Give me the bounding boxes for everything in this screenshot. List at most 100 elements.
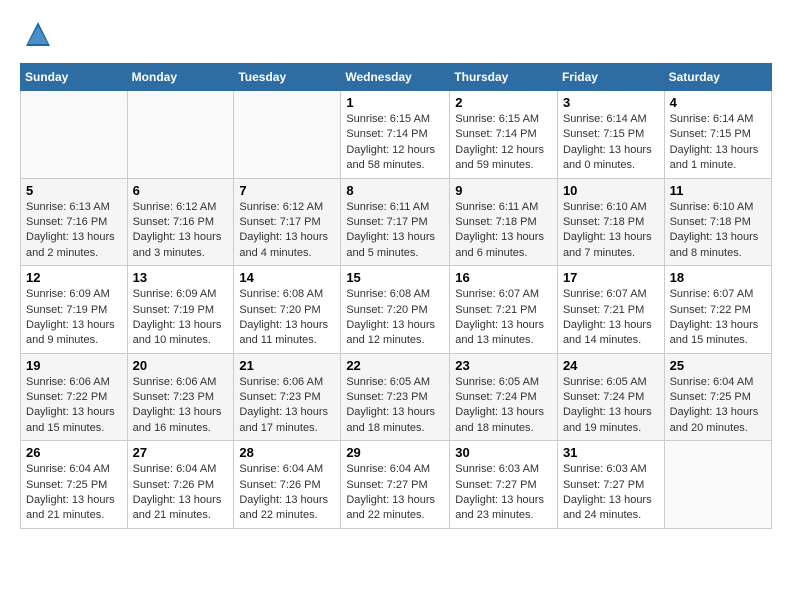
weekday-saturday: Saturday [664,64,771,91]
day-number: 19 [26,358,122,373]
day-number: 31 [563,445,659,460]
day-detail: Sunrise: 6:04 AM Sunset: 7:25 PM Dayligh… [670,375,766,437]
logo [20,20,52,53]
day-detail: Sunrise: 6:15 AM Sunset: 7:14 PM Dayligh… [455,112,552,174]
calendar-cell: 5 Sunrise: 6:13 AM Sunset: 7:16 PM Dayli… [21,178,128,266]
calendar-cell: 15 Sunrise: 6:08 AM Sunset: 7:20 PM Dayl… [341,266,450,354]
day-number: 5 [26,183,122,198]
day-detail: Sunrise: 6:12 AM Sunset: 7:16 PM Dayligh… [133,200,229,262]
calendar-cell: 30 Sunrise: 6:03 AM Sunset: 7:27 PM Dayl… [450,441,558,529]
calendar-cell: 14 Sunrise: 6:08 AM Sunset: 7:20 PM Dayl… [234,266,341,354]
calendar-cell: 17 Sunrise: 6:07 AM Sunset: 7:21 PM Dayl… [557,266,664,354]
calendar-cell: 21 Sunrise: 6:06 AM Sunset: 7:23 PM Dayl… [234,353,341,441]
day-number: 3 [563,95,659,110]
day-detail: Sunrise: 6:04 AM Sunset: 7:27 PM Dayligh… [346,462,444,524]
logo-text [20,20,52,53]
calendar-cell: 24 Sunrise: 6:05 AM Sunset: 7:24 PM Dayl… [557,353,664,441]
day-detail: Sunrise: 6:14 AM Sunset: 7:15 PM Dayligh… [563,112,659,174]
day-number: 12 [26,270,122,285]
calendar-cell [234,91,341,179]
day-number: 9 [455,183,552,198]
calendar-cell: 12 Sunrise: 6:09 AM Sunset: 7:19 PM Dayl… [21,266,128,354]
day-number: 4 [670,95,766,110]
day-number: 30 [455,445,552,460]
day-number: 11 [670,183,766,198]
calendar-cell: 16 Sunrise: 6:07 AM Sunset: 7:21 PM Dayl… [450,266,558,354]
calendar-cell: 4 Sunrise: 6:14 AM Sunset: 7:15 PM Dayli… [664,91,771,179]
calendar-cell [664,441,771,529]
day-detail: Sunrise: 6:09 AM Sunset: 7:19 PM Dayligh… [133,287,229,349]
day-number: 23 [455,358,552,373]
calendar-cell: 11 Sunrise: 6:10 AM Sunset: 7:18 PM Dayl… [664,178,771,266]
week-row-1: 1 Sunrise: 6:15 AM Sunset: 7:14 PM Dayli… [21,91,772,179]
week-row-5: 26 Sunrise: 6:04 AM Sunset: 7:25 PM Dayl… [21,441,772,529]
day-number: 22 [346,358,444,373]
calendar-cell: 25 Sunrise: 6:04 AM Sunset: 7:25 PM Dayl… [664,353,771,441]
day-number: 6 [133,183,229,198]
day-number: 2 [455,95,552,110]
calendar-cell: 20 Sunrise: 6:06 AM Sunset: 7:23 PM Dayl… [127,353,234,441]
day-detail: Sunrise: 6:15 AM Sunset: 7:14 PM Dayligh… [346,112,444,174]
day-number: 24 [563,358,659,373]
calendar-cell: 29 Sunrise: 6:04 AM Sunset: 7:27 PM Dayl… [341,441,450,529]
day-detail: Sunrise: 6:11 AM Sunset: 7:17 PM Dayligh… [346,200,444,262]
day-detail: Sunrise: 6:07 AM Sunset: 7:21 PM Dayligh… [563,287,659,349]
day-detail: Sunrise: 6:10 AM Sunset: 7:18 PM Dayligh… [563,200,659,262]
day-detail: Sunrise: 6:03 AM Sunset: 7:27 PM Dayligh… [455,462,552,524]
calendar-cell [127,91,234,179]
calendar-table: SundayMondayTuesdayWednesdayThursdayFrid… [20,63,772,529]
day-number: 1 [346,95,444,110]
day-detail: Sunrise: 6:06 AM Sunset: 7:22 PM Dayligh… [26,375,122,437]
day-detail: Sunrise: 6:05 AM Sunset: 7:24 PM Dayligh… [563,375,659,437]
day-detail: Sunrise: 6:06 AM Sunset: 7:23 PM Dayligh… [133,375,229,437]
day-number: 7 [239,183,335,198]
day-number: 13 [133,270,229,285]
day-detail: Sunrise: 6:04 AM Sunset: 7:25 PM Dayligh… [26,462,122,524]
calendar-cell: 31 Sunrise: 6:03 AM Sunset: 7:27 PM Dayl… [557,441,664,529]
calendar-body: 1 Sunrise: 6:15 AM Sunset: 7:14 PM Dayli… [21,91,772,529]
day-number: 29 [346,445,444,460]
logo-icon [24,20,52,48]
day-number: 28 [239,445,335,460]
day-detail: Sunrise: 6:11 AM Sunset: 7:18 PM Dayligh… [455,200,552,262]
day-detail: Sunrise: 6:14 AM Sunset: 7:15 PM Dayligh… [670,112,766,174]
calendar-cell: 13 Sunrise: 6:09 AM Sunset: 7:19 PM Dayl… [127,266,234,354]
day-detail: Sunrise: 6:08 AM Sunset: 7:20 PM Dayligh… [346,287,444,349]
day-number: 17 [563,270,659,285]
day-detail: Sunrise: 6:05 AM Sunset: 7:24 PM Dayligh… [455,375,552,437]
day-number: 20 [133,358,229,373]
day-detail: Sunrise: 6:12 AM Sunset: 7:17 PM Dayligh… [239,200,335,262]
week-row-2: 5 Sunrise: 6:13 AM Sunset: 7:16 PM Dayli… [21,178,772,266]
day-number: 14 [239,270,335,285]
day-number: 10 [563,183,659,198]
day-detail: Sunrise: 6:07 AM Sunset: 7:21 PM Dayligh… [455,287,552,349]
calendar-cell: 9 Sunrise: 6:11 AM Sunset: 7:18 PM Dayli… [450,178,558,266]
calendar-cell: 1 Sunrise: 6:15 AM Sunset: 7:14 PM Dayli… [341,91,450,179]
day-number: 27 [133,445,229,460]
page-header [20,20,772,53]
weekday-wednesday: Wednesday [341,64,450,91]
day-detail: Sunrise: 6:04 AM Sunset: 7:26 PM Dayligh… [239,462,335,524]
calendar-cell: 26 Sunrise: 6:04 AM Sunset: 7:25 PM Dayl… [21,441,128,529]
week-row-4: 19 Sunrise: 6:06 AM Sunset: 7:22 PM Dayl… [21,353,772,441]
day-number: 15 [346,270,444,285]
day-detail: Sunrise: 6:10 AM Sunset: 7:18 PM Dayligh… [670,200,766,262]
weekday-thursday: Thursday [450,64,558,91]
weekday-monday: Monday [127,64,234,91]
calendar-cell: 18 Sunrise: 6:07 AM Sunset: 7:22 PM Dayl… [664,266,771,354]
weekday-tuesday: Tuesday [234,64,341,91]
calendar-cell: 22 Sunrise: 6:05 AM Sunset: 7:23 PM Dayl… [341,353,450,441]
day-detail: Sunrise: 6:13 AM Sunset: 7:16 PM Dayligh… [26,200,122,262]
calendar-cell: 23 Sunrise: 6:05 AM Sunset: 7:24 PM Dayl… [450,353,558,441]
day-number: 16 [455,270,552,285]
day-number: 26 [26,445,122,460]
day-number: 21 [239,358,335,373]
calendar-cell: 28 Sunrise: 6:04 AM Sunset: 7:26 PM Dayl… [234,441,341,529]
calendar-cell: 3 Sunrise: 6:14 AM Sunset: 7:15 PM Dayli… [557,91,664,179]
day-number: 8 [346,183,444,198]
day-number: 18 [670,270,766,285]
calendar-cell: 10 Sunrise: 6:10 AM Sunset: 7:18 PM Dayl… [557,178,664,266]
calendar-cell: 2 Sunrise: 6:15 AM Sunset: 7:14 PM Dayli… [450,91,558,179]
week-row-3: 12 Sunrise: 6:09 AM Sunset: 7:19 PM Dayl… [21,266,772,354]
calendar-cell: 27 Sunrise: 6:04 AM Sunset: 7:26 PM Dayl… [127,441,234,529]
